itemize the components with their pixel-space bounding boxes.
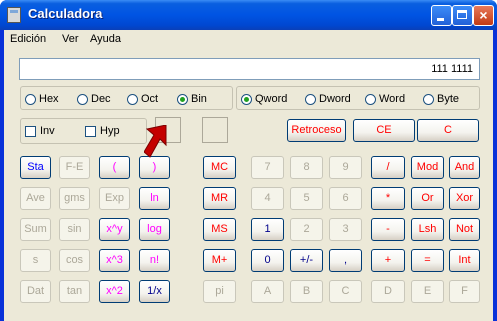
radio-dot — [365, 93, 376, 105]
sci-button[interactable]: Exp — [99, 187, 130, 210]
radio-dot-selected — [241, 93, 252, 105]
keypad-button[interactable]: 6 — [329, 187, 362, 210]
menu-bar: Edición Ver Ayuda — [4, 30, 493, 48]
maximize-button[interactable] — [452, 5, 473, 26]
calculator-window: Calculadora × Edición Ver Ayuda 111 1111… — [0, 0, 497, 321]
keypad-button[interactable]: + — [371, 249, 405, 272]
keypad-button[interactable]: 0 — [251, 249, 284, 272]
keypad-button[interactable]: = — [411, 249, 444, 272]
radio-dot — [127, 93, 138, 105]
radio-dword[interactable]: Dword — [305, 92, 351, 106]
sci-button[interactable]: x^2 — [99, 280, 130, 303]
mouse-cursor-icon — [144, 125, 167, 158]
keypad-button[interactable]: C — [329, 280, 362, 303]
keypad-button[interactable]: 8 — [290, 156, 323, 179]
c-button[interactable]: C — [417, 119, 479, 142]
keypad-button[interactable]: 4 — [251, 187, 284, 210]
sci-button[interactable]: Dat — [20, 280, 51, 303]
sci-button[interactable]: ) — [139, 156, 170, 179]
keypad-button[interactable]: Int — [449, 249, 480, 272]
sci-button[interactable]: Sta — [20, 156, 51, 179]
close-button[interactable]: × — [473, 5, 494, 26]
keypad-button[interactable]: 7 — [251, 156, 284, 179]
keypad-button[interactable]: D — [371, 280, 405, 303]
sci-button[interactable]: Ave — [20, 187, 51, 210]
menu-ayuda[interactable]: Ayuda — [90, 33, 121, 45]
sci-button[interactable]: ln — [139, 187, 170, 210]
keypad-button[interactable]: Not — [449, 218, 480, 241]
memory-button[interactable]: pi — [203, 280, 236, 303]
radio-dec[interactable]: Dec — [77, 92, 111, 106]
keypad-button[interactable]: 1 — [251, 218, 284, 241]
keypad-button[interactable]: F — [449, 280, 480, 303]
radio-dot-selected — [177, 93, 188, 105]
sci-button[interactable]: x^y — [99, 218, 130, 241]
radio-dot — [77, 93, 88, 105]
client-area: Edición Ver Ayuda 111 1111 Hex Dec Oct B… — [4, 30, 493, 321]
radio-qword[interactable]: Qword — [241, 92, 287, 106]
keypad-button[interactable]: A — [251, 280, 284, 303]
keypad-button[interactable]: Mod — [411, 156, 444, 179]
keypad-button[interactable]: / — [371, 156, 405, 179]
keypad-button[interactable]: B — [290, 280, 323, 303]
memory-button[interactable]: MR — [203, 187, 236, 210]
sci-button[interactable]: tan — [59, 280, 90, 303]
display-value: 111 1111 — [431, 63, 473, 75]
keypad-button[interactable]: Or — [411, 187, 444, 210]
sci-button[interactable]: sin — [59, 218, 90, 241]
keypad-button[interactable]: , — [329, 249, 362, 272]
sci-button[interactable]: 1/x — [139, 280, 170, 303]
radio-word[interactable]: Word — [365, 92, 405, 106]
sci-button[interactable]: ( — [99, 156, 130, 179]
menu-edicion[interactable]: Edición — [10, 33, 46, 45]
title-bar[interactable]: Calculadora × — [0, 0, 497, 30]
keypad-button[interactable]: +/- — [290, 249, 323, 272]
radio-dot — [305, 93, 316, 105]
keypad-button[interactable]: * — [371, 187, 405, 210]
checkbox-box — [25, 125, 36, 137]
memory-button[interactable]: MC — [203, 156, 236, 179]
keypad-button[interactable]: Lsh — [411, 218, 444, 241]
memory-button[interactable]: M+ — [203, 249, 236, 272]
menu-ver[interactable]: Ver — [62, 33, 79, 45]
keypad-button[interactable]: 2 — [290, 218, 323, 241]
number-base-group: Hex Dec Oct Bin — [20, 86, 233, 110]
checkbox-hyp[interactable]: Hyp — [85, 124, 120, 138]
keypad-button[interactable]: E — [411, 280, 444, 303]
checkbox-inv[interactable]: Inv — [25, 124, 55, 138]
memory-button[interactable]: MS — [203, 218, 236, 241]
radio-dot — [25, 93, 36, 105]
keypad-button[interactable]: - — [371, 218, 405, 241]
radio-byte[interactable]: Byte — [423, 92, 459, 106]
backspace-button[interactable]: Retroceso — [287, 119, 346, 142]
radio-bin[interactable]: Bin — [177, 92, 207, 106]
sci-button[interactable]: x^3 — [99, 249, 130, 272]
result-display[interactable]: 111 1111 — [19, 58, 480, 80]
ce-button[interactable]: CE — [353, 119, 415, 142]
keypad-button[interactable]: Xor — [449, 187, 480, 210]
sci-button[interactable]: n! — [139, 249, 170, 272]
sci-button[interactable]: F-E — [59, 156, 90, 179]
sci-button[interactable]: s — [20, 249, 51, 272]
word-size-group: Qword Dword Word Byte — [236, 86, 480, 110]
calculator-icon — [7, 7, 21, 23]
radio-dot — [423, 93, 434, 105]
keypad-button[interactable]: 3 — [329, 218, 362, 241]
radio-oct[interactable]: Oct — [127, 92, 158, 106]
close-icon: × — [479, 7, 488, 23]
checkbox-box — [85, 125, 96, 137]
keypad-button[interactable]: And — [449, 156, 480, 179]
keypad-button[interactable]: 5 — [290, 187, 323, 210]
sci-button[interactable]: Sum — [20, 218, 51, 241]
keypad-button[interactable]: 9 — [329, 156, 362, 179]
sci-button[interactable]: cos — [59, 249, 90, 272]
sci-button[interactable]: log — [139, 218, 170, 241]
sci-button[interactable]: gms — [59, 187, 90, 210]
minimize-button[interactable] — [431, 5, 452, 26]
memory-indicator — [202, 117, 228, 143]
radio-hex[interactable]: Hex — [25, 92, 59, 106]
window-title: Calculadora — [28, 6, 103, 21]
inv-hyp-group: Inv Hyp — [20, 118, 147, 144]
